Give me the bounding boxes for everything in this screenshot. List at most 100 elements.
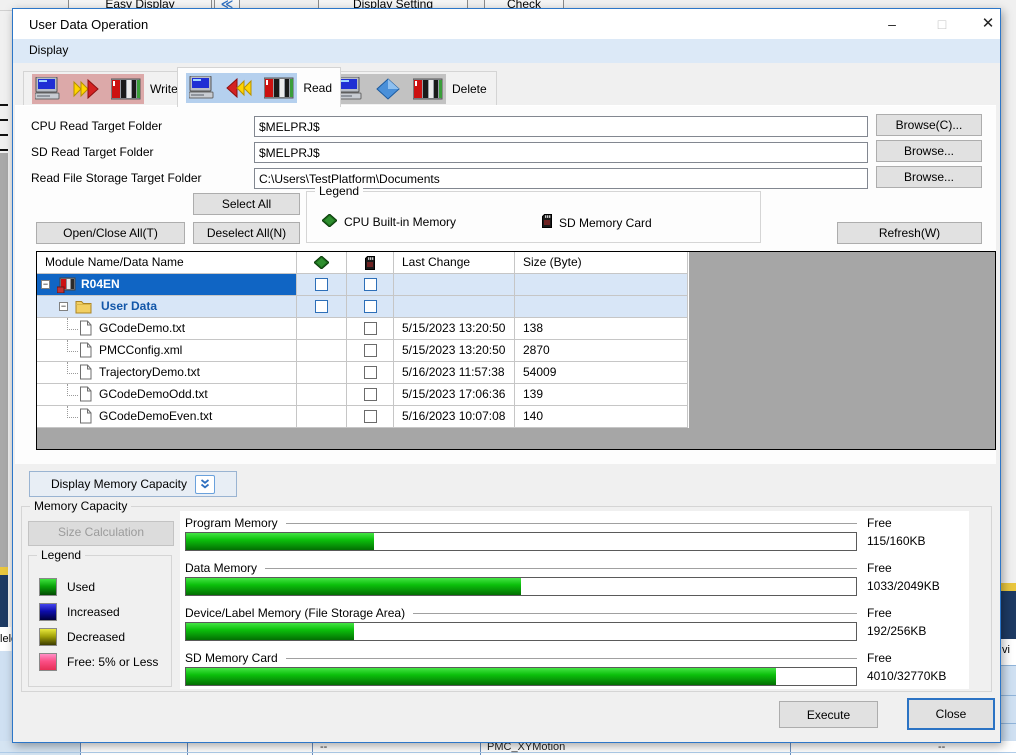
legend-sd-card: SD Memory Card xyxy=(542,214,652,231)
table-row[interactable]: GCodeDemoEven.txt5/16/2023 10:07:08140 xyxy=(37,406,689,428)
checkbox[interactable] xyxy=(315,300,328,313)
sd-check-cell xyxy=(347,406,394,428)
bg-right-panel xyxy=(999,0,1016,583)
sd-card-icon xyxy=(365,256,375,270)
memory-legend-item: Decreased xyxy=(39,628,125,646)
checkbox[interactable] xyxy=(364,278,377,291)
legend-label: Free: 5% or Less xyxy=(67,655,158,669)
refresh-button[interactable]: Refresh(W) xyxy=(837,222,982,244)
file-name[interactable]: GCodeDemoEven.txt xyxy=(99,406,212,427)
tab-label: Delete xyxy=(452,82,487,96)
size-cell xyxy=(515,274,688,296)
memory-bar-label: Device/Label Memory (File Storage Area) xyxy=(185,606,405,620)
table-row[interactable]: GCodeDemo.txt5/15/2023 13:20:50138 xyxy=(37,318,689,340)
checkbox[interactable] xyxy=(364,366,377,379)
checkbox[interactable] xyxy=(364,344,377,357)
folder-name[interactable]: User Data xyxy=(101,296,157,317)
folder-icon xyxy=(75,299,92,314)
bg-right-line xyxy=(1000,723,1016,724)
cpu-memory-icon xyxy=(322,214,337,230)
execute-button[interactable]: Execute xyxy=(779,701,878,728)
table-row[interactable]: GCodeDemoOdd.txt5/15/2023 17:06:36139 xyxy=(37,384,689,406)
close-button[interactable]: Close xyxy=(907,698,995,730)
memory-bar-label: Data Memory xyxy=(185,561,257,575)
tree-connector xyxy=(67,384,78,396)
memory-bar-group: Data MemoryFree1033/2049KB xyxy=(180,559,969,604)
title-bar[interactable]: User Data Operation – □ ✕ xyxy=(13,9,1000,39)
tab-read[interactable]: Read xyxy=(177,67,341,107)
checkbox[interactable] xyxy=(364,300,377,313)
table-row[interactable]: PMCConfig.xml5/15/2023 13:20:502870 xyxy=(37,340,689,362)
last-change-cell: 5/15/2023 13:20:50 xyxy=(394,318,515,340)
field-label: CPU Read Target Folder xyxy=(31,119,162,133)
browse-button[interactable]: Browse(C)... xyxy=(876,114,982,136)
cpu-check-cell xyxy=(297,318,347,340)
display-memory-capacity-button[interactable]: Display Memory Capacity xyxy=(29,471,237,497)
arrows-right-icon xyxy=(73,78,99,100)
file-icon xyxy=(79,386,92,406)
free-value: 1033/2049KB xyxy=(867,579,940,593)
tab-write[interactable]: Write xyxy=(23,71,193,105)
sd-card-icon xyxy=(542,214,552,228)
table-row[interactable]: − R04EN xyxy=(37,274,689,296)
folder-path-input[interactable] xyxy=(254,142,868,163)
collapse-toggle[interactable]: − xyxy=(59,302,68,311)
minimize-button[interactable]: – xyxy=(875,9,909,39)
browse-button[interactable]: Browse... xyxy=(876,166,982,188)
write-transfer-icon xyxy=(32,74,144,104)
cpu-memory-icon xyxy=(322,214,337,227)
memory-bar-fill xyxy=(186,578,521,595)
open-close-all-button[interactable]: Open/Close All(T) xyxy=(36,222,185,244)
sd-check-cell xyxy=(347,384,394,406)
module-name[interactable]: R04EN xyxy=(81,274,120,295)
cpu-check-cell xyxy=(297,406,347,428)
bg-left-line xyxy=(0,119,8,121)
memory-bar-group: SD Memory CardFree4010/32770KB xyxy=(180,649,969,694)
background-grid: -- PMC_XYMotion -- xyxy=(0,741,1016,755)
bg-right-yellow xyxy=(1000,583,1016,591)
file-name[interactable]: TrajectoryDemo.txt xyxy=(99,362,200,383)
memory-bar-fill xyxy=(186,623,354,640)
file-name[interactable]: GCodeDemo.txt xyxy=(99,318,185,339)
file-icon xyxy=(79,408,92,428)
size-cell: 140 xyxy=(515,406,688,428)
size-cell: 2870 xyxy=(515,340,688,362)
cpu-memory-icon xyxy=(314,256,329,269)
size-calculation-button: Size Calculation xyxy=(28,521,174,546)
menu-display[interactable]: Display xyxy=(29,43,68,57)
memory-bar xyxy=(185,667,857,686)
plc-rack-icon xyxy=(264,76,294,100)
table-row[interactable]: TrajectoryDemo.txt 5/16/2023 11:57:385400… xyxy=(37,362,689,384)
checkbox[interactable] xyxy=(364,388,377,401)
checkbox[interactable] xyxy=(315,278,328,291)
checkbox[interactable] xyxy=(364,410,377,423)
tab-delete[interactable]: Delete xyxy=(325,71,497,105)
collapse-toggle[interactable]: − xyxy=(41,280,50,289)
size-cell: 54009 xyxy=(515,362,688,384)
folder-path-input[interactable] xyxy=(254,116,868,137)
arrows-left-icon xyxy=(226,77,252,99)
legend-cpu-memory: CPU Built-in Memory xyxy=(322,214,456,230)
col-header-name[interactable]: Module Name/Data Name xyxy=(37,252,297,274)
sd-card-icon[interactable] xyxy=(347,252,394,274)
cpu-memory-icon[interactable] xyxy=(297,252,347,274)
col-header-size[interactable]: Size (Byte) xyxy=(515,252,688,274)
last-change-cell xyxy=(394,296,515,318)
last-change-cell: 5/16/2023 11:57:38 xyxy=(394,362,515,384)
sd-check-cell xyxy=(347,274,394,296)
table-row[interactable]: − User Data xyxy=(37,296,689,318)
legend-label: Decreased xyxy=(67,630,125,644)
bg-left-navy xyxy=(0,575,8,627)
file-name[interactable]: PMCConfig.xml xyxy=(99,340,182,361)
close-window-button[interactable]: ✕ xyxy=(971,9,1005,39)
memory-capacity-group: Memory Capacity Size Calculation Legend … xyxy=(21,506,992,692)
menu-bar: Display xyxy=(13,39,1000,63)
select-all-button[interactable]: Select All xyxy=(193,193,300,215)
user-data-operation-dialog: User Data Operation – □ ✕ Display WriteR… xyxy=(12,8,1001,743)
cpu-check-cell xyxy=(297,296,347,318)
file-name[interactable]: GCodeDemoOdd.txt xyxy=(99,384,208,405)
browse-button[interactable]: Browse... xyxy=(876,140,982,162)
col-header-last-change[interactable]: Last Change xyxy=(394,252,515,274)
deselect-all-button[interactable]: Deselect All(N) xyxy=(193,222,300,244)
checkbox[interactable] xyxy=(364,322,377,335)
